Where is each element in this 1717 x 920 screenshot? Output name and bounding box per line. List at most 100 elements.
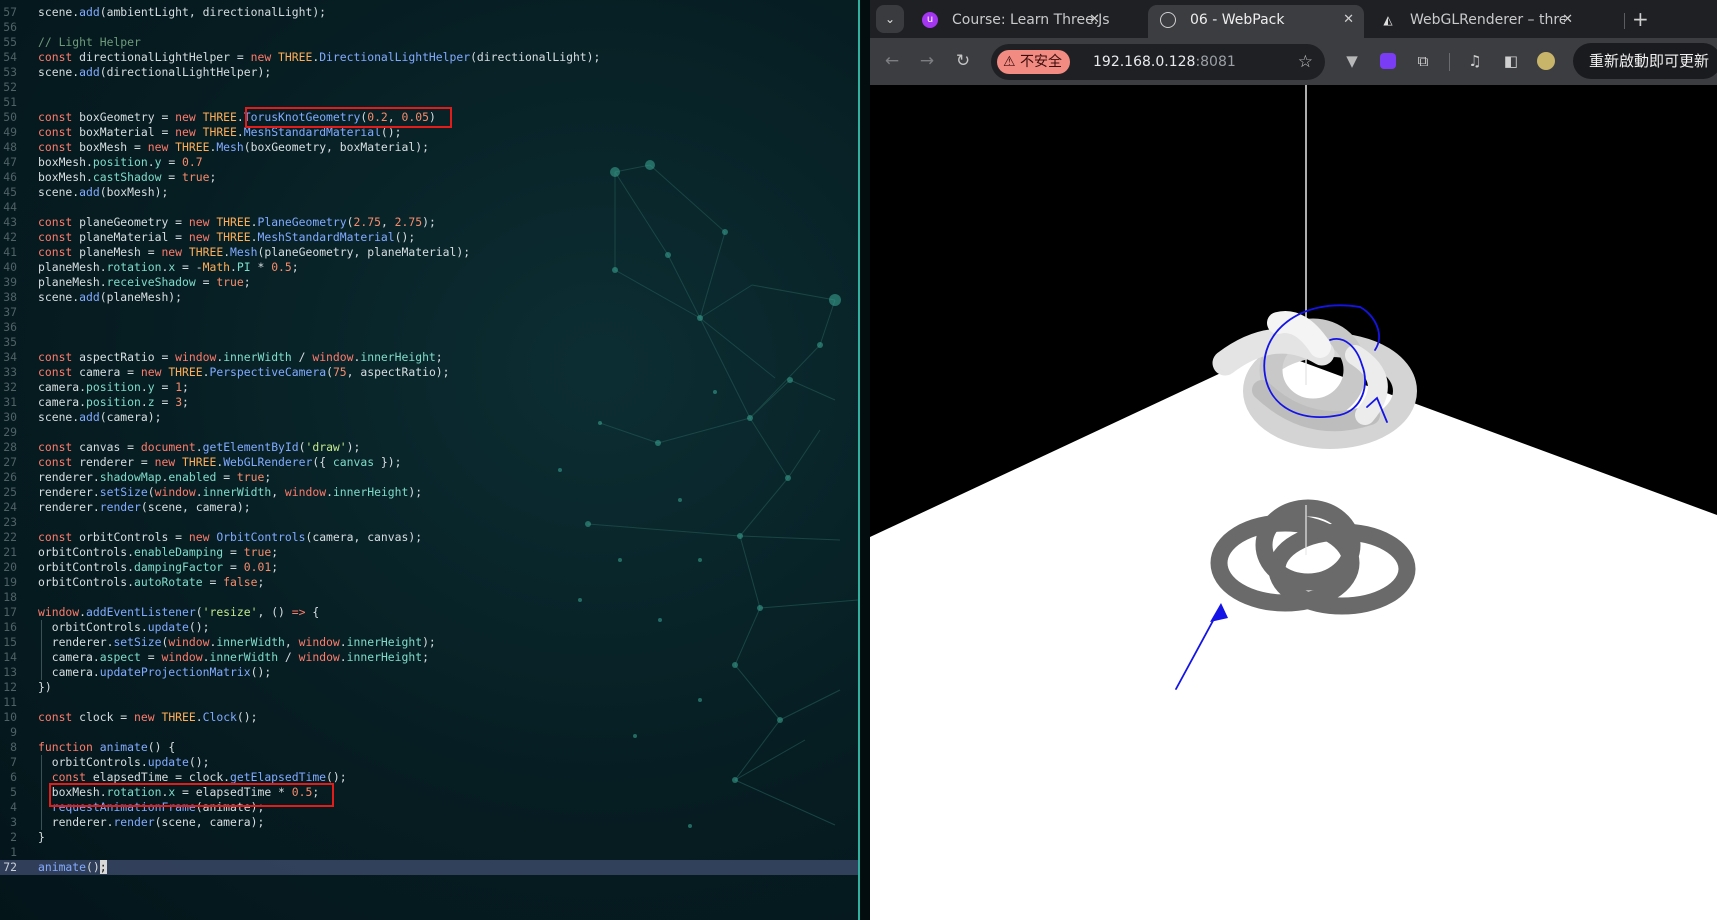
code-line[interactable]: 55 // Light Helper (0, 35, 858, 50)
code-line[interactable]: 17 window.addEventListener('resize', () =… (0, 605, 858, 620)
security-badge[interactable]: ⚠ 不安全 (997, 50, 1071, 74)
code-line[interactable]: 23 (0, 515, 858, 530)
code-line[interactable]: 9 (0, 725, 858, 740)
code-line[interactable]: 25 renderer.setSize(window.innerWidth, wi… (0, 485, 858, 500)
code-line[interactable]: 37 (0, 305, 858, 320)
code-token: render (99, 500, 141, 514)
code-text: scene.add(camera); (38, 410, 161, 425)
line-number: 37 (3, 305, 17, 319)
code-line[interactable]: 2} (0, 830, 858, 845)
close-icon[interactable]: ✕ (1562, 5, 1573, 35)
extension-purple-icon[interactable] (1376, 49, 1400, 73)
code-editor[interactable]: 57 scene.add(ambientLight, directionalLig… (0, 0, 858, 920)
code-line[interactable]: 13 camera.updateProjectionMatrix(); (0, 665, 858, 680)
code-token: (ambientLight, directionalLight); (99, 5, 327, 19)
code-token: THREE (278, 50, 313, 64)
code-line[interactable]: 54 const directionalLightHelper = new THR… (0, 50, 858, 65)
tab-webglrenderer[interactable]: ◭ WebGLRenderer – three. ✕ (1368, 5, 1583, 38)
code-lines[interactable]: 57 scene.add(ambientLight, directionalLig… (0, 5, 858, 875)
code-line[interactable]: 39 planeMesh.receiveShadow = true; (0, 275, 858, 290)
url-text[interactable]: 192.168.0.128:8081 (1093, 44, 1236, 80)
code-token: = (216, 470, 237, 484)
code-line[interactable]: 3 renderer.render(scene, camera); (0, 815, 858, 830)
code-line[interactable]: 40 planeMesh.rotation.x = -Math.PI * 0.5; (0, 260, 858, 275)
side-panel-icon[interactable]: ◧ (1499, 49, 1523, 73)
close-icon[interactable]: ✕ (1343, 5, 1354, 35)
code-token: orbitControls = (79, 530, 189, 544)
code-line[interactable]: 10 const clock = new THREE.Clock(); (0, 710, 858, 725)
webgl-canvas[interactable] (870, 85, 1717, 920)
code-line[interactable]: 34 const aspectRatio = window.innerWidth … (0, 350, 858, 365)
code-line[interactable]: 53 scene.add(directionalLightHelper); (0, 65, 858, 80)
code-line[interactable]: 31 camera.position.z = 3; (0, 395, 858, 410)
code-text: const planeMaterial = new THREE.MeshStan… (38, 230, 415, 245)
code-text: orbitControls.update(); (38, 620, 210, 635)
code-token: ( (346, 215, 354, 229)
code-line[interactable]: 11 (0, 695, 858, 710)
code-line[interactable]: 44 (0, 200, 858, 215)
code-text: camera.updateProjectionMatrix(); (38, 665, 271, 680)
code-line[interactable]: 43 const planeGeometry = new THREE.PlaneG… (0, 215, 858, 230)
code-line[interactable]: 12}) (0, 680, 858, 695)
code-line[interactable]: 1 (0, 845, 858, 860)
code-line[interactable]: 22 const orbitControls = new OrbitControl… (0, 530, 858, 545)
code-line[interactable]: 48 const boxMesh = new THREE.Mesh(boxGeom… (0, 140, 858, 155)
code-line[interactable]: 42 const planeMaterial = new THREE.MeshSt… (0, 230, 858, 245)
code-line[interactable]: 24 renderer.render(scene, camera); (0, 500, 858, 515)
code-line[interactable]: 28 const canvas = document.getElementById… (0, 440, 858, 455)
close-icon[interactable]: ✕ (1089, 5, 1100, 35)
code-line[interactable]: 52 (0, 80, 858, 95)
code-token: z (147, 395, 155, 409)
code-line[interactable]: 27 const renderer = new THREE.WebGLRender… (0, 455, 858, 470)
code-token: (camera); (99, 410, 162, 424)
code-line[interactable]: 46 boxMesh.castShadow = true; (0, 170, 858, 185)
code-line[interactable]: 56 (0, 20, 858, 35)
code-line[interactable]: 33 const camera = new THREE.PerspectiveCa… (0, 365, 858, 380)
address-bar[interactable]: ⚠ 不安全 192.168.0.128:8081 ☆ (991, 44, 1325, 80)
code-line[interactable]: 15 renderer.setSize(window.innerWidth, w… (0, 635, 858, 650)
code-line[interactable]: 21 orbitControls.enableDamping = true; (0, 545, 858, 560)
code-token: . (339, 635, 347, 649)
code-token: . (195, 710, 203, 724)
code-line[interactable]: 41 const planeMesh = new THREE.Mesh(plane… (0, 245, 858, 260)
code-line[interactable]: 35 (0, 335, 858, 350)
code-line[interactable]: 32 camera.position.y = 1; (0, 380, 858, 395)
code-line[interactable]: 47 boxMesh.position.y = 0.7 (0, 155, 858, 170)
vue-devtools-icon[interactable]: ▼ (1340, 49, 1364, 73)
code-line[interactable]: 20 orbitControls.dampingFactor = 0.01; (0, 560, 858, 575)
code-line[interactable]: 30 scene.add(camera); (0, 410, 858, 425)
code-token: const (38, 440, 80, 454)
code-line[interactable]: 72 animate(); (0, 860, 858, 875)
code-token: aspect (99, 650, 141, 664)
pane-splitter[interactable] (858, 0, 870, 920)
forward-button[interactable]: → (914, 48, 940, 74)
tab-course[interactable]: u Course: Learn Three.Js a ✕ (910, 5, 1110, 38)
bookmark-star-icon[interactable]: ☆ (1298, 44, 1313, 80)
update-button[interactable]: 重新啟動即可更新 (1573, 43, 1717, 79)
code-line[interactable]: 8 function animate() { (0, 740, 858, 755)
code-line[interactable]: 36 (0, 320, 858, 335)
code-line[interactable]: 18 (0, 590, 858, 605)
code-token: => (291, 605, 306, 619)
code-line[interactable]: 57 scene.add(ambientLight, directionalLig… (0, 5, 858, 20)
code-line[interactable]: 38 scene.add(planeMesh); (0, 290, 858, 305)
new-tab-button[interactable]: + (1632, 5, 1649, 33)
tab-search-button[interactable]: ⌄ (876, 5, 904, 33)
code-line[interactable]: 29 (0, 425, 858, 440)
reload-button[interactable]: ↻ (950, 48, 976, 74)
media-controls-icon[interactable]: ♫ (1463, 49, 1487, 73)
code-line[interactable]: 16 orbitControls.update(); (0, 620, 858, 635)
code-token: function (38, 740, 100, 754)
highlight-box-rotation (49, 783, 334, 807)
code-line[interactable]: 26 renderer.shadowMap.enabled = true; (0, 470, 858, 485)
puzzle-extensions-icon[interactable]: ⧉ (1411, 49, 1435, 73)
tab-webpack[interactable]: 06 - WebPack ✕ (1148, 5, 1364, 38)
code-line[interactable]: 45 scene.add(boxMesh); (0, 185, 858, 200)
code-text: scene.add(planeMesh); (38, 290, 182, 305)
avatar[interactable] (1534, 49, 1558, 73)
code-line[interactable]: 7 orbitControls.update(); (0, 755, 858, 770)
back-button[interactable]: ← (879, 48, 905, 74)
code-line[interactable]: 19 orbitControls.autoRotate = false; (0, 575, 858, 590)
code-line[interactable]: 14 camera.aspect = window. innerWidth / w… (0, 650, 858, 665)
code-token: ( (195, 605, 203, 619)
